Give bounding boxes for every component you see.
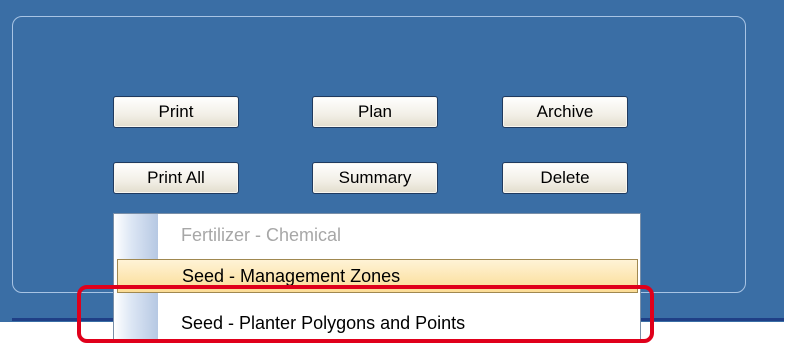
print-button[interactable]: Print: [113, 96, 239, 128]
summary-button[interactable]: Summary: [312, 162, 438, 194]
menu-item-label: Seed - Planter Polygons and Points: [181, 312, 466, 333]
print-all-button[interactable]: Print All: [113, 162, 239, 194]
menu-item-seed-planter-polygons[interactable]: Seed - Planter Polygons and Points: [114, 306, 640, 340]
menu-item-seed-management-zones[interactable]: Seed - Management Zones: [117, 259, 638, 293]
menu-item-label: Seed - Management Zones: [182, 265, 401, 286]
plan-button[interactable]: Plan: [312, 96, 438, 128]
panel-right-edge: [784, 0, 804, 322]
menu-item-label: Fertilizer - Chemical: [181, 224, 342, 245]
dropdown-menu: Fertilizer - Chemical Seed - Management …: [113, 213, 641, 343]
menu-item-fertilizer-chemical: Fertilizer - Chemical: [114, 218, 640, 252]
archive-button[interactable]: Archive: [502, 96, 628, 128]
delete-button[interactable]: Delete: [502, 162, 628, 194]
